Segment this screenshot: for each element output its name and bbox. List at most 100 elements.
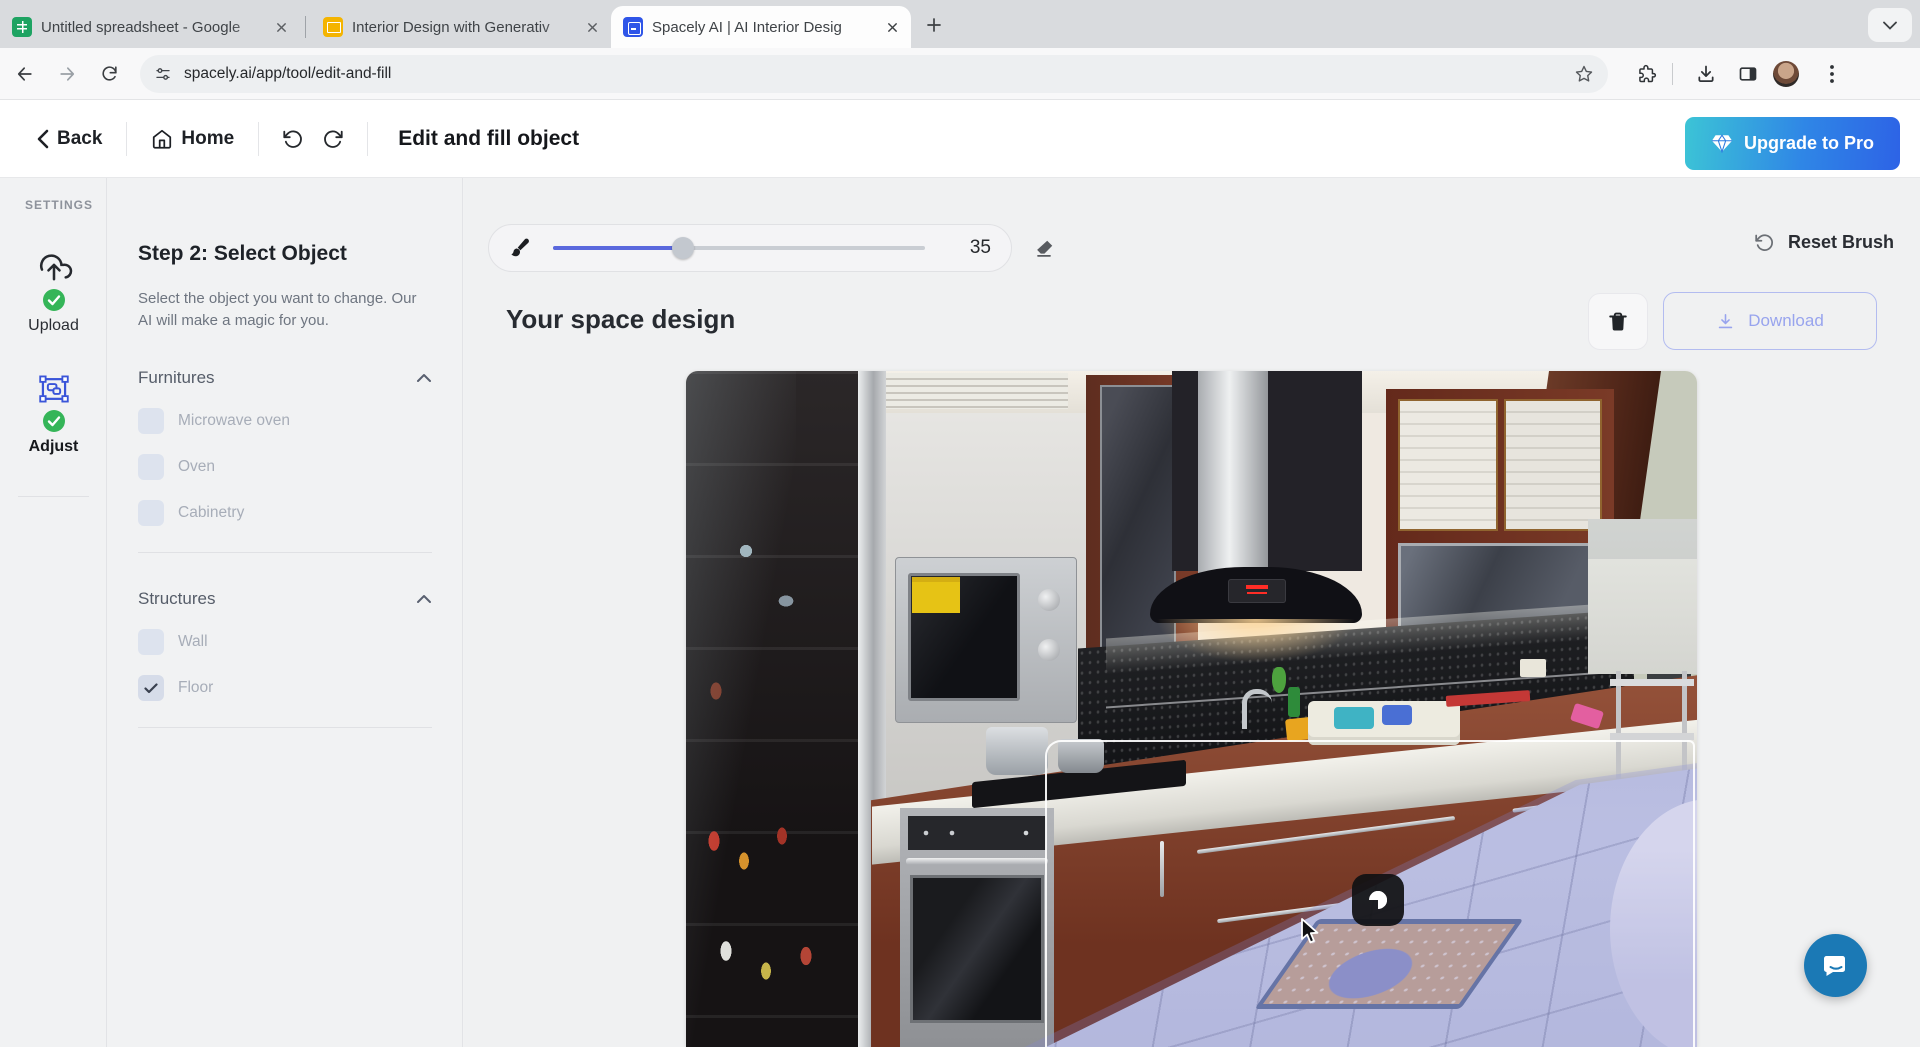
checkbox-checked[interactable] (138, 675, 164, 701)
adjust-frame-icon (38, 374, 70, 404)
step-label: Upload (28, 317, 79, 335)
brush-size-slider[interactable] (553, 238, 925, 258)
checkbox[interactable] (138, 500, 164, 526)
back-button[interactable]: Back (26, 120, 112, 158)
tab-close-icon[interactable] (583, 18, 601, 36)
select-object-panel: Step 2: Select Object Select the object … (108, 178, 463, 1047)
section-furnitures-header[interactable]: Furnitures (138, 368, 432, 388)
browser-download-icon[interactable] (1689, 57, 1723, 91)
checkbox-label: Wall (178, 633, 208, 651)
profile-avatar[interactable] (1773, 61, 1799, 87)
check-circle-icon (42, 409, 66, 433)
chat-launcher-button[interactable] (1804, 934, 1867, 997)
tab-slides[interactable]: Interior Design with Generativ (311, 6, 611, 48)
kitchen-photo-canvas[interactable] (686, 371, 1697, 1047)
menu-kebab-icon[interactable] (1815, 57, 1849, 91)
photo-oven-door (910, 875, 1044, 1023)
photo-outlet (1520, 659, 1546, 677)
mouse-cursor-arrow (1298, 917, 1324, 947)
reset-icon (1754, 232, 1775, 253)
checkbox-row-cabinetry[interactable]: Cabinetry (138, 500, 432, 526)
section-structures-header[interactable]: Structures (138, 589, 432, 609)
photo-pantry-glass (686, 371, 796, 1047)
paintbrush-icon[interactable] (509, 237, 531, 259)
checkbox-label: Microwave oven (178, 412, 290, 430)
photo-dish (1334, 707, 1374, 729)
home-button[interactable]: Home (141, 120, 244, 158)
chevron-up-icon[interactable] (416, 373, 432, 383)
slider-thumb[interactable] (672, 237, 694, 259)
home-label: Home (181, 128, 234, 150)
photo-hood-light (1156, 619, 1356, 663)
brush-size-indicator (1352, 874, 1404, 926)
photo-hood-display (1228, 579, 1286, 603)
reset-brush-button[interactable]: Reset Brush (1750, 226, 1898, 259)
upgrade-label: Upgrade to Pro (1744, 133, 1874, 154)
side-panel-icon[interactable] (1731, 57, 1765, 91)
chat-bubble-icon (1821, 951, 1851, 981)
header-divider (126, 122, 127, 156)
step-label: Adjust (29, 438, 79, 456)
photo-oven-controls (908, 816, 1046, 850)
undo-icon (282, 128, 304, 150)
address-bar[interactable]: spacely.ai/app/tool/edit-and-fill (140, 55, 1608, 93)
photo-microwave-knob (1038, 639, 1060, 661)
browser-tabstrip: Untitled spreadsheet - Google Interior D… (0, 0, 1920, 48)
panel-title: Step 2: Select Object (138, 242, 432, 266)
download-button[interactable]: Download (1663, 292, 1877, 350)
chevron-up-icon[interactable] (416, 594, 432, 604)
checkbox-row-oven[interactable]: Oven (138, 454, 432, 480)
upgrade-to-pro-button[interactable]: Upgrade to Pro (1685, 117, 1900, 170)
panel-description: Select the object you want to change. Ou… (138, 288, 430, 332)
step-adjust[interactable]: Adjust (0, 374, 107, 456)
brush-size-ring-icon (1365, 887, 1390, 912)
step-upload[interactable]: Upload (0, 253, 107, 335)
tab-separator (305, 16, 306, 38)
section-title: Furnitures (138, 368, 215, 388)
redo-button[interactable] (313, 119, 353, 159)
checkbox-row-wall[interactable]: Wall (138, 629, 432, 655)
canvas-title: Your space design (506, 304, 735, 335)
photo-hanging-item (1272, 667, 1286, 693)
checkbox-label: Oven (178, 458, 215, 476)
checkbox[interactable] (138, 629, 164, 655)
tab-spacely-active[interactable]: Spacely AI | AI Interior Desig (611, 6, 911, 48)
photo-cabinet-panel (1398, 399, 1498, 531)
window-chevron-button[interactable] (1868, 8, 1912, 42)
undo-button[interactable] (273, 119, 313, 159)
checkbox-label: Cabinetry (178, 504, 244, 522)
check-icon (144, 683, 158, 694)
delete-design-button[interactable] (1588, 293, 1648, 350)
cloud-upload-icon (35, 253, 73, 283)
google-slides-icon (323, 17, 343, 37)
reset-brush-label: Reset Brush (1788, 232, 1894, 253)
tab-title: Spacely AI | AI Interior Desig (652, 19, 883, 36)
tab-sheets[interactable]: Untitled spreadsheet - Google (0, 6, 300, 48)
checkbox-row-floor[interactable]: Floor (138, 675, 432, 701)
brush-size-control: 35 (488, 224, 1012, 272)
tab-close-icon[interactable] (272, 18, 290, 36)
tab-close-icon[interactable] (883, 18, 901, 36)
eraser-icon (1033, 238, 1055, 260)
redo-icon (322, 128, 344, 150)
check-circle-icon (42, 288, 66, 312)
header-divider (367, 122, 368, 156)
extensions-icon[interactable] (1630, 57, 1664, 91)
download-label: Download (1748, 311, 1824, 331)
checkbox[interactable] (138, 408, 164, 434)
forward-nav-icon[interactable] (50, 57, 84, 91)
checkbox-row-microwave-oven[interactable]: Microwave oven (138, 408, 432, 434)
checkbox[interactable] (138, 454, 164, 480)
new-tab-button[interactable] (919, 10, 949, 40)
gem-icon (1711, 134, 1733, 153)
site-info-icon[interactable] (154, 65, 172, 83)
reload-icon[interactable] (92, 57, 126, 91)
panel-divider (138, 727, 432, 728)
eraser-button[interactable] (1026, 232, 1062, 266)
bookmark-star-icon[interactable] (1574, 64, 1594, 84)
photo-pot (986, 727, 1048, 775)
back-nav-icon[interactable] (8, 57, 42, 91)
main-content: 35 Reset Brush Your space design Downloa… (464, 178, 1920, 1047)
header-divider (258, 122, 259, 156)
trash-icon (1607, 311, 1629, 333)
